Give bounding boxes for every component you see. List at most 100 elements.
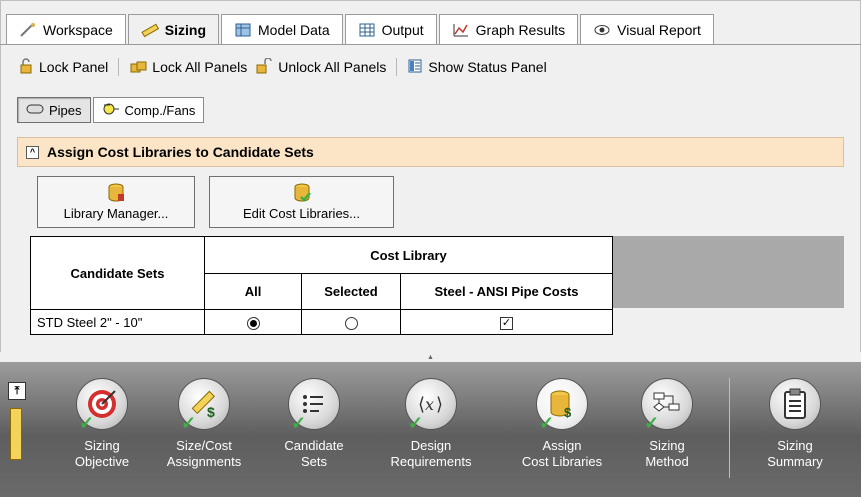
svg-text:⟨: ⟨ xyxy=(418,394,425,415)
candidate-sets-header: Candidate Sets xyxy=(30,236,205,310)
wizard-item-line2: Sets xyxy=(300,454,327,469)
tab-divider xyxy=(0,44,861,45)
lock-icon xyxy=(18,57,34,77)
lock-panel-button[interactable]: Lock Panel xyxy=(14,57,112,77)
graph-icon xyxy=(452,22,470,38)
wizard-item-line1: Sizing xyxy=(777,438,813,453)
svg-text:$: $ xyxy=(564,405,572,420)
tab-model-data-label: Model Data xyxy=(258,21,330,38)
section-header[interactable]: ^ Assign Cost Libraries to Candidate Set… xyxy=(17,137,844,167)
wizard-item-line2: Method xyxy=(645,454,689,469)
wizard-item-line1: Design xyxy=(410,438,452,453)
table-row: STD Steel 2" - 10" ✓ xyxy=(30,309,613,335)
completed-check-icon: ✓ xyxy=(539,413,555,433)
subtab-pipes-label: Pipes xyxy=(49,102,82,118)
unlock-all-icon xyxy=(255,56,273,77)
column-all: All xyxy=(204,273,302,310)
tab-model-data[interactable]: Model Data xyxy=(221,14,343,44)
database-icon xyxy=(107,183,125,206)
tab-workspace[interactable]: Workspace xyxy=(6,14,126,44)
wizard-size-cost-assignments[interactable]: $ ✓ Size/Cost Assignments xyxy=(154,378,254,470)
cell-all[interactable] xyxy=(204,309,302,335)
database-dollar-icon: $ ✓ xyxy=(536,378,588,433)
subtab-comp-fans-label: Comp./Fans xyxy=(124,102,196,118)
tab-graph-results[interactable]: Graph Results xyxy=(438,14,579,44)
wizard-sizing-objective[interactable]: ✓ Sizing Objective xyxy=(52,378,152,470)
subtab-comp-fans[interactable]: Comp./Fans xyxy=(92,97,205,123)
tab-graph-results-label: Graph Results xyxy=(475,21,566,38)
pin-toggle-icon[interactable]: ⤒ xyxy=(8,382,26,400)
status-panel-icon xyxy=(407,58,423,77)
tab-visual-report-label: Visual Report xyxy=(617,21,701,38)
wizard-candidate-sets[interactable]: ✓ Candidate Sets xyxy=(264,378,364,470)
checkbox-steel-ansi[interactable]: ✓ xyxy=(500,316,513,330)
tab-output[interactable]: Output xyxy=(344,14,437,44)
wizard-item-line2: Cost Libraries xyxy=(521,454,603,469)
lock-all-panels-label: Lock All Panels xyxy=(152,59,248,75)
wizard-item-line2: Summary xyxy=(767,454,823,469)
svg-text:$: $ xyxy=(207,404,215,420)
panel-toolbar: Lock Panel Lock All Panels Unlock All Pa… xyxy=(14,55,551,79)
unlock-all-panels-label: Unlock All Panels xyxy=(278,59,387,75)
wizard-item-line1: Sizing xyxy=(84,438,120,453)
wizard-item-line1: Sizing xyxy=(649,438,685,453)
collapse-icon[interactable]: ^ xyxy=(26,145,39,159)
cost-library-header: Cost Library xyxy=(204,236,613,274)
completed-check-icon: ✓ xyxy=(181,413,197,433)
wizard-item-line2: Objective xyxy=(74,454,130,469)
library-manager-button[interactable]: Library Manager... xyxy=(37,176,195,228)
column-steel-ansi: Steel - ANSI Pipe Costs xyxy=(400,273,613,310)
wizard-item-line1: Candidate xyxy=(284,438,344,453)
tab-sizing-label: Sizing xyxy=(164,22,207,38)
cell-selected[interactable] xyxy=(301,309,401,335)
wizard-sizing-summary[interactable]: Sizing Summary xyxy=(745,378,845,470)
flowchart-icon: ✓ xyxy=(641,378,693,432)
lock-all-icon xyxy=(129,58,147,77)
edit-cost-libraries-label: Edit Cost Libraries... xyxy=(242,206,361,221)
unlock-all-panels-button[interactable]: Unlock All Panels xyxy=(251,56,390,77)
toolbar-separator xyxy=(118,58,120,76)
column-selected: Selected xyxy=(301,273,401,310)
section-title: Assign Cost Libraries to Candidate Sets xyxy=(47,144,314,160)
edit-cost-libraries-button[interactable]: Edit Cost Libraries... xyxy=(209,176,394,228)
pipe-icon xyxy=(26,103,44,118)
tab-workspace-label: Workspace xyxy=(43,21,113,38)
radio-selected[interactable] xyxy=(344,316,358,330)
function-x-icon: ⟨ x ⟩ ✓ xyxy=(405,378,457,432)
list-icon: ✓ xyxy=(288,378,340,433)
sizing-subtabs: Pipes Comp./Fans xyxy=(17,97,206,123)
tab-output-label: Output xyxy=(381,21,424,38)
wizard-assign-cost-libraries[interactable]: $ ✓ Assign Cost Libraries xyxy=(512,378,612,470)
database-check-icon xyxy=(293,183,311,206)
lock-all-panels-button[interactable]: Lock All Panels xyxy=(125,58,251,77)
model-data-icon xyxy=(234,22,252,38)
toolbar-separator xyxy=(396,58,398,76)
eye-icon xyxy=(593,22,611,38)
wizard-item-line1: Size/Cost xyxy=(176,438,232,453)
wizard-item-line2: Requirements xyxy=(390,454,472,469)
show-status-panel-button[interactable]: Show Status Panel xyxy=(403,58,550,77)
table-empty-area xyxy=(613,236,844,308)
completed-check-icon: ✓ xyxy=(291,413,307,433)
workspace-icon xyxy=(19,22,37,38)
fan-icon xyxy=(102,102,120,119)
ruler-pencil-icon xyxy=(141,22,159,38)
ruler-icon xyxy=(10,408,22,460)
output-table-icon xyxy=(358,22,376,38)
panel-splitter[interactable]: ▲ xyxy=(0,352,861,362)
clipboard-icon xyxy=(769,378,821,430)
subtab-pipes[interactable]: Pipes xyxy=(17,97,91,123)
svg-text:x: x xyxy=(425,395,434,414)
library-manager-label: Library Manager... xyxy=(63,206,169,221)
radio-all[interactable] xyxy=(246,316,260,330)
tab-sizing[interactable]: Sizing xyxy=(127,14,220,45)
cell-steel-ansi[interactable]: ✓ xyxy=(400,309,613,335)
tab-visual-report[interactable]: Visual Report xyxy=(580,14,714,44)
wizard-divider xyxy=(729,378,730,478)
wizard-sizing-method[interactable]: ✓ Sizing Method xyxy=(617,378,717,470)
show-status-panel-label: Show Status Panel xyxy=(428,59,547,75)
wizard-item-line2: Assignments xyxy=(166,454,242,469)
wizard-design-requirements[interactable]: ⟨ x ⟩ ✓ Design Requirements xyxy=(381,378,481,470)
wizard-item-line1: Assign xyxy=(542,438,582,453)
target-icon: ✓ xyxy=(76,378,128,432)
